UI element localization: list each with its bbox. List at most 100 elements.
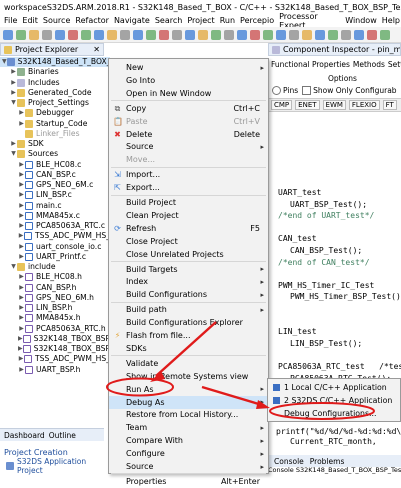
tab-console[interactable]: Console xyxy=(274,457,304,466)
tree-item[interactable]: Linker_Files xyxy=(0,129,110,139)
tree-item[interactable]: ▶ TSS_ADC_PWM_HS_ xyxy=(0,231,110,241)
menu-item-build-path[interactable]: Build path ▸ xyxy=(109,303,268,316)
tree-item[interactable]: ▶ Generated_Code xyxy=(0,88,110,98)
menu-item-build-configurations[interactable]: Build Configurations ▸ xyxy=(109,288,268,301)
toolbar-button[interactable] xyxy=(16,29,26,40)
expand-arrow-icon[interactable]: ▼ xyxy=(10,149,17,159)
tree-item[interactable]: ▶ Debugger xyxy=(0,108,110,118)
toolbar-button[interactable] xyxy=(159,29,169,40)
toolbar-button[interactable] xyxy=(276,29,286,40)
menu-item-go-into[interactable]: Go Into xyxy=(109,74,268,87)
expand-arrow-icon[interactable]: ▶ xyxy=(18,324,25,334)
menu-item-show-in-remote-systems-view[interactable]: Show in Remote Systems view xyxy=(109,370,268,383)
tree-item[interactable]: ▶ Startup_Code xyxy=(0,119,110,129)
menu-item-sdks[interactable]: SDKs xyxy=(109,342,268,355)
toolbar-button[interactable] xyxy=(3,29,13,40)
toolbar-button[interactable] xyxy=(354,29,364,40)
menu-item-team[interactable]: Team ▸ xyxy=(109,421,268,434)
expand-arrow-icon[interactable]: ▶ xyxy=(10,88,17,98)
toolbar-button[interactable] xyxy=(172,29,182,40)
submenu-item-1-local-c-c-application[interactable]: 1 Local C/C++ Application xyxy=(268,381,400,393)
menu-item-build-configurations-explorer[interactable]: Build Configurations Explorer xyxy=(109,316,268,329)
tree-item[interactable]: ▶ MMA845x.h xyxy=(0,313,110,323)
pins-radio[interactable] xyxy=(272,85,281,95)
tab-project-explorer[interactable]: Project Explorer ✕ xyxy=(0,43,104,56)
toolbar-button[interactable] xyxy=(328,29,338,40)
menu-item-validate[interactable]: Validate xyxy=(109,357,268,370)
menu-project[interactable]: Project xyxy=(187,16,214,25)
menu-item-move[interactable]: Move... xyxy=(109,153,268,166)
tab-problems[interactable]: Problems xyxy=(310,457,345,466)
menu-item-refresh[interactable]: ⟳ Refresh F5 xyxy=(109,222,268,235)
toolbar-button[interactable] xyxy=(42,29,52,40)
toolbar-button[interactable] xyxy=(380,29,390,40)
menu-item-run-as[interactable]: Run As ▸ xyxy=(109,383,268,396)
expand-arrow-icon[interactable]: ▶ xyxy=(18,119,25,129)
tree-item[interactable]: ▶ UART_Printf.c xyxy=(0,252,110,262)
toolbar-button[interactable] xyxy=(29,29,39,40)
toolbar-button[interactable] xyxy=(55,29,65,40)
tab-methods[interactable]: Methods xyxy=(353,60,385,69)
submenu-item-debug-configurations[interactable]: Debug Configurations... xyxy=(268,407,400,419)
peripheral-tab-ewm[interactable]: EWM xyxy=(322,100,346,110)
tree-item[interactable]: ▶ Binaries xyxy=(0,67,110,77)
tab-settings[interactable]: Settings xyxy=(388,60,401,69)
menu-item-source[interactable]: Source ▸ xyxy=(109,460,268,473)
toolbar-button[interactable] xyxy=(224,29,234,40)
tab-dashboard[interactable]: Dashboard xyxy=(4,431,45,440)
submenu-item-2-s32ds-c-c-application[interactable]: 2 S32DS C/C++ Application xyxy=(268,394,400,406)
toolbar-button[interactable] xyxy=(120,29,130,40)
tree-item[interactable]: ▶ CAN_BSP.h xyxy=(0,283,110,293)
expand-arrow-icon[interactable]: ▶ xyxy=(18,201,25,211)
expand-arrow-icon[interactable]: ▶ xyxy=(18,160,25,170)
toolbar-button[interactable] xyxy=(289,29,299,40)
menu-window[interactable]: Window xyxy=(345,16,377,25)
expand-arrow-icon[interactable]: ▶ xyxy=(18,242,25,252)
menu-item-debug-as[interactable]: Debug As ▸ xyxy=(109,395,268,409)
toolbar-button[interactable] xyxy=(237,29,247,40)
toolbar-button[interactable] xyxy=(367,29,377,40)
toolbar-button[interactable] xyxy=(107,29,117,40)
expand-arrow-icon[interactable]: ▶ xyxy=(18,211,25,221)
expand-arrow-icon[interactable]: ▶ xyxy=(18,180,25,190)
tree-item[interactable]: ▶ CAN_BSP.c xyxy=(0,170,110,180)
expand-arrow-icon[interactable]: ▼ xyxy=(10,262,17,272)
menu-item-close-project[interactable]: Close Project xyxy=(109,235,268,248)
toolbar-button[interactable] xyxy=(263,29,273,40)
tree-item[interactable]: ▶ S32K148_TBOX_BSP xyxy=(0,334,110,344)
expand-arrow-icon[interactable]: ▶ xyxy=(18,283,25,293)
expand-arrow-icon[interactable]: ▶ xyxy=(18,344,23,354)
tree-item[interactable]: ▶ PCA85063A_RTC.h xyxy=(0,324,110,334)
menu-run[interactable]: Run xyxy=(220,16,235,25)
menu-item-build-targets[interactable]: Build Targets ▸ xyxy=(109,263,268,276)
expand-arrow-icon[interactable]: ▶ xyxy=(18,334,23,344)
tree-item[interactable]: ▶ S32K148_TBOX_BSP xyxy=(0,344,110,354)
tree-item[interactable]: ▶ UART_BSP.h xyxy=(0,365,110,375)
toolbar-button[interactable] xyxy=(68,29,78,40)
peripheral-tab-enet[interactable]: ENET xyxy=(295,100,320,110)
toolbar-button[interactable] xyxy=(185,29,195,40)
tree-item[interactable]: ▶ LIN_BSP.c xyxy=(0,190,110,200)
menu-navigate[interactable]: Navigate xyxy=(114,16,150,25)
toolbar-button[interactable] xyxy=(198,29,208,40)
expand-arrow-icon[interactable]: ▶ xyxy=(18,170,25,180)
tree-item[interactable]: ▶ LIN_BSP.h xyxy=(0,303,110,313)
menu-file[interactable]: File xyxy=(4,16,17,25)
tree-item[interactable]: ▶ GPS_NEO_6M.h xyxy=(0,293,110,303)
expand-arrow-icon[interactable]: ▶ xyxy=(18,190,25,200)
expand-arrow-icon[interactable]: ▶ xyxy=(18,272,25,282)
tree-item[interactable]: ▶ main.c xyxy=(0,201,110,211)
peripheral-tab-flexio[interactable]: FLEXIO xyxy=(348,100,380,110)
menu-item-export[interactable]: ⇱ Export... xyxy=(109,181,268,194)
expand-arrow-icon[interactable]: ▼ xyxy=(2,57,7,67)
tree-item[interactable]: ▶ uart_console_io.c xyxy=(0,242,110,252)
tab-functional-properties[interactable]: Functional Properties xyxy=(271,60,350,69)
menu-item-copy[interactable]: ⧉ Copy Ctrl+C xyxy=(109,102,268,115)
toolbar-button[interactable] xyxy=(302,29,312,40)
close-icon[interactable]: ✕ xyxy=(93,45,100,54)
expand-arrow-icon[interactable]: ▶ xyxy=(18,252,25,262)
tree-item[interactable]: ▼ Sources xyxy=(0,149,110,159)
tree-item[interactable]: ▶ TSS_ADC_PWM_HS_ xyxy=(0,354,110,364)
expand-arrow-icon[interactable]: ▶ xyxy=(18,303,25,313)
peripheral-tab-cmp[interactable]: CMP xyxy=(271,100,293,110)
